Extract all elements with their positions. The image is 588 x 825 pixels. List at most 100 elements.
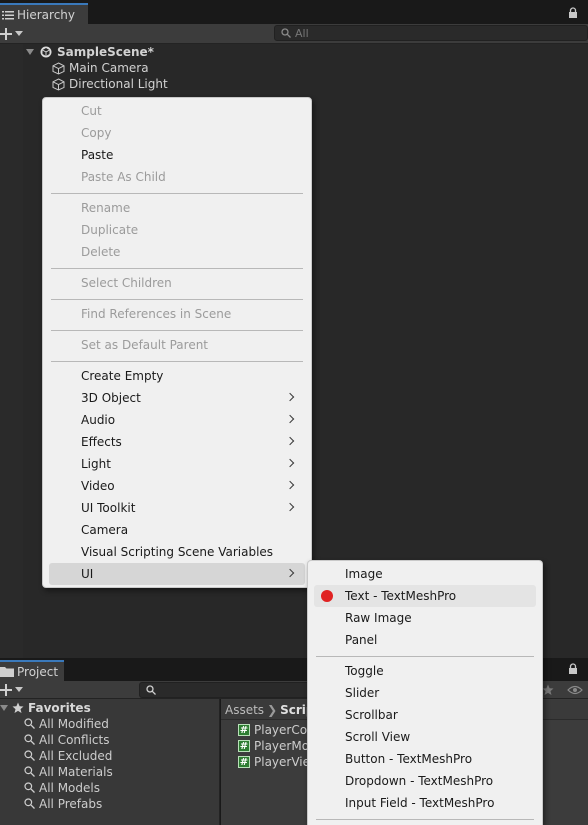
submenu-item-slider[interactable]: Slider bbox=[314, 682, 536, 704]
favorite-all-materials[interactable]: All Materials bbox=[24, 764, 113, 779]
menu-item-delete[interactable]: Delete bbox=[49, 241, 305, 263]
menu-item-ui[interactable]: UI bbox=[49, 563, 305, 585]
csharp-script-icon: # bbox=[238, 723, 250, 736]
lock-icon[interactable] bbox=[568, 663, 578, 675]
script-asset[interactable]: # PlayerCo bbox=[238, 722, 307, 737]
chevron-down-icon bbox=[15, 687, 23, 692]
menu-item-select-children[interactable]: Select Children bbox=[49, 272, 305, 294]
menu-item-effects[interactable]: Effects bbox=[49, 431, 305, 453]
menu-item-video[interactable]: Video bbox=[49, 475, 305, 497]
menu-item-label: Video bbox=[81, 479, 115, 493]
list-icon bbox=[2, 10, 14, 19]
hierarchy-context-menu: Cut Copy Paste Paste As Child Rename Dup… bbox=[42, 97, 312, 588]
menu-separator bbox=[51, 361, 303, 362]
menu-item-visual-scripting-variables[interactable]: Visual Scripting Scene Variables bbox=[49, 541, 305, 563]
favorite-all-prefabs[interactable]: All Prefabs bbox=[24, 796, 102, 811]
menu-item-paste-as-child[interactable]: Paste As Child bbox=[49, 166, 305, 188]
menu-item-label: Find References in Scene bbox=[81, 307, 232, 321]
menu-item-label: Button - TextMeshPro bbox=[345, 752, 473, 766]
menu-separator bbox=[316, 656, 534, 657]
menu-separator bbox=[51, 299, 303, 300]
menu-item-label: Rename bbox=[81, 201, 131, 215]
create-dropdown-button[interactable] bbox=[0, 26, 26, 42]
submenu-item-input-field-textmeshpro[interactable]: Input Field - TextMeshPro bbox=[314, 792, 536, 814]
menu-separator bbox=[51, 330, 303, 331]
submenu-item-image[interactable]: Image bbox=[314, 563, 536, 585]
gameobject-cube-icon bbox=[52, 77, 65, 91]
submenu-item-button-textmeshpro[interactable]: Button - TextMeshPro bbox=[314, 748, 536, 770]
search-icon bbox=[146, 685, 156, 695]
menu-item-label: Copy bbox=[81, 126, 112, 140]
search-icon bbox=[24, 750, 35, 761]
script-asset[interactable]: # PlayerMo bbox=[238, 738, 309, 753]
favorite-label: All Modified bbox=[39, 716, 109, 731]
menu-item-cut[interactable]: Cut bbox=[49, 100, 305, 122]
script-asset-label: PlayerMo bbox=[254, 738, 310, 753]
script-asset[interactable]: # PlayerVie bbox=[238, 754, 310, 769]
chevron-right-icon bbox=[285, 502, 295, 512]
menu-item-create-empty[interactable]: Create Empty bbox=[49, 365, 305, 387]
menu-item-audio[interactable]: Audio bbox=[49, 409, 305, 431]
submenu-item-scroll-view[interactable]: Scroll View bbox=[314, 726, 536, 748]
favorite-all-models[interactable]: All Models bbox=[24, 780, 100, 795]
menu-item-find-references[interactable]: Find References in Scene bbox=[49, 303, 305, 325]
hierarchy-tab[interactable]: Hierarchy bbox=[0, 3, 88, 24]
search-placeholder: All bbox=[295, 26, 309, 40]
favorite-label: All Prefabs bbox=[39, 796, 103, 811]
script-asset-label: PlayerVie bbox=[254, 754, 311, 769]
search-icon bbox=[24, 782, 35, 793]
menu-separator bbox=[51, 193, 303, 194]
hierarchy-toolbar: All bbox=[0, 24, 588, 44]
menu-item-label: Raw Image bbox=[345, 611, 412, 625]
hierarchy-item-label: Main Camera bbox=[69, 61, 149, 75]
submenu-item-scrollbar[interactable]: Scrollbar bbox=[314, 704, 536, 726]
search-icon bbox=[24, 766, 35, 777]
menu-item-label: Visual Scripting Scene Variables bbox=[81, 545, 274, 559]
menu-item-copy[interactable]: Copy bbox=[49, 122, 305, 144]
favorite-all-conflicts[interactable]: All Conflicts bbox=[24, 732, 109, 747]
submenu-item-raw-image[interactable]: Raw Image bbox=[314, 607, 536, 629]
menu-item-label: Panel bbox=[345, 633, 378, 647]
favorite-all-modified[interactable]: All Modified bbox=[24, 716, 109, 731]
menu-item-label: Camera bbox=[81, 523, 129, 537]
menu-item-label: Delete bbox=[81, 245, 121, 259]
hierarchy-search-input[interactable]: All bbox=[274, 25, 588, 41]
hierarchy-item-main-camera[interactable]: Main Camera bbox=[52, 60, 149, 76]
search-icon bbox=[281, 28, 291, 38]
menu-item-camera[interactable]: Camera bbox=[49, 519, 305, 541]
breadcrumb-assets[interactable]: Assets bbox=[225, 703, 264, 717]
project-tab[interactable]: Project bbox=[0, 660, 64, 681]
submenu-item-dropdown-textmeshpro[interactable]: Dropdown - TextMeshPro bbox=[314, 770, 536, 792]
submenu-item-toggle[interactable]: Toggle bbox=[314, 660, 536, 682]
menu-item-label: Input Field - TextMeshPro bbox=[345, 796, 495, 810]
foldout-arrow-icon[interactable] bbox=[26, 49, 34, 55]
menu-item-ui-toolkit[interactable]: UI Toolkit bbox=[49, 497, 305, 519]
menu-item-light[interactable]: Light bbox=[49, 453, 305, 475]
menu-separator bbox=[316, 819, 534, 820]
menu-item-3d-object[interactable]: 3D Object bbox=[49, 387, 305, 409]
favorite-star-icon[interactable] bbox=[542, 684, 554, 696]
plus-icon bbox=[0, 28, 12, 40]
menu-item-label: Image bbox=[345, 567, 383, 581]
lock-icon[interactable] bbox=[568, 7, 578, 19]
click-marker-dot bbox=[321, 590, 333, 602]
menu-item-label: Scroll View bbox=[345, 730, 411, 744]
foldout-arrow-icon[interactable] bbox=[0, 704, 8, 711]
menu-item-label: UI bbox=[81, 567, 94, 581]
scene-row[interactable]: SampleScene* bbox=[26, 44, 154, 60]
project-tab-label: Project bbox=[17, 664, 59, 679]
menu-item-set-default-parent[interactable]: Set as Default Parent bbox=[49, 334, 305, 356]
menu-item-paste[interactable]: Paste bbox=[49, 144, 305, 166]
eye-icon[interactable] bbox=[567, 685, 583, 695]
submenu-item-text-textmeshpro[interactable]: Text - TextMeshPro bbox=[314, 585, 536, 607]
submenu-item-panel[interactable]: Panel bbox=[314, 629, 536, 651]
favorites-header[interactable]: Favorites bbox=[0, 700, 91, 715]
favorite-all-excluded[interactable]: All Excluded bbox=[24, 748, 112, 763]
scene-name: SampleScene* bbox=[57, 45, 154, 59]
menu-item-duplicate[interactable]: Duplicate bbox=[49, 219, 305, 241]
hierarchy-item-directional-light[interactable]: Directional Light bbox=[52, 76, 168, 92]
hierarchy-gutter bbox=[0, 44, 23, 658]
project-create-button[interactable] bbox=[0, 682, 26, 698]
menu-item-rename[interactable]: Rename bbox=[49, 197, 305, 219]
folder-icon bbox=[0, 667, 14, 677]
